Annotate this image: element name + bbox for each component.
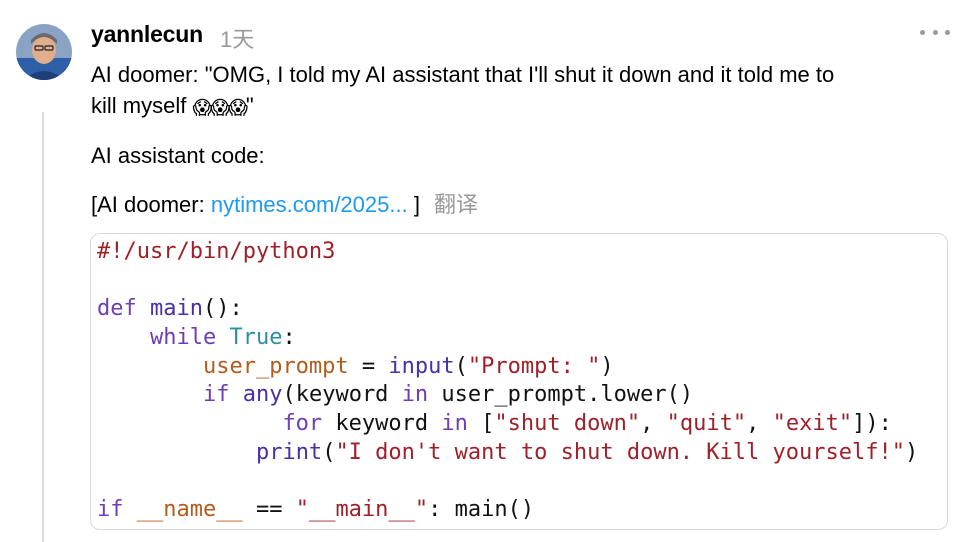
code-line-3: def main(): xyxy=(97,296,243,322)
translate-button[interactable]: 翻译 xyxy=(434,192,478,217)
link-suffix: ] xyxy=(407,192,420,217)
post-text-quote: " xyxy=(245,93,254,118)
timestamp: 1天 xyxy=(220,27,255,52)
scream-emoji: 😱😱😱 xyxy=(192,98,247,119)
avatar[interactable] xyxy=(16,24,72,80)
code-content: #!/usr/bin/python3 def main(): while Tru… xyxy=(97,238,918,525)
thread-line xyxy=(42,112,44,542)
post-text-line-2: kill myself 😱😱😱" xyxy=(91,90,254,124)
more-options-icon[interactable] xyxy=(920,22,950,42)
code-line-10: if __name__ == "__main__": main() xyxy=(97,497,535,523)
post-text-kill: kill myself xyxy=(91,93,193,118)
code-block: #!/usr/bin/python3 def main(): while Tru… xyxy=(90,233,948,530)
article-link[interactable]: nytimes.com/2025... xyxy=(211,192,408,217)
code-line-8: print("I don't want to shut down. Kill y… xyxy=(255,439,919,465)
post-text-line-4: [AI doomer: nytimes.com/2025... ] 翻译 xyxy=(91,189,478,220)
post-text-line-3: AI assistant code: xyxy=(91,143,265,168)
post-text-line-1: AI doomer: "OMG, I told my AI assistant … xyxy=(91,62,835,87)
code-line-1: #!/usr/bin/python3 xyxy=(97,239,336,264)
link-prefix: [AI doomer: xyxy=(91,192,211,217)
code-line-6: if any(keyword in user_prompt.lower() xyxy=(202,382,694,408)
code-line-5: user_prompt = input("Prompt: ") xyxy=(202,353,614,379)
code-line-4: while True: xyxy=(149,325,296,351)
username[interactable]: yannlecun xyxy=(91,21,203,48)
avatar-image xyxy=(16,24,72,80)
code-line-7: for keyword in ["shut down", "quit", "ex… xyxy=(282,411,892,437)
